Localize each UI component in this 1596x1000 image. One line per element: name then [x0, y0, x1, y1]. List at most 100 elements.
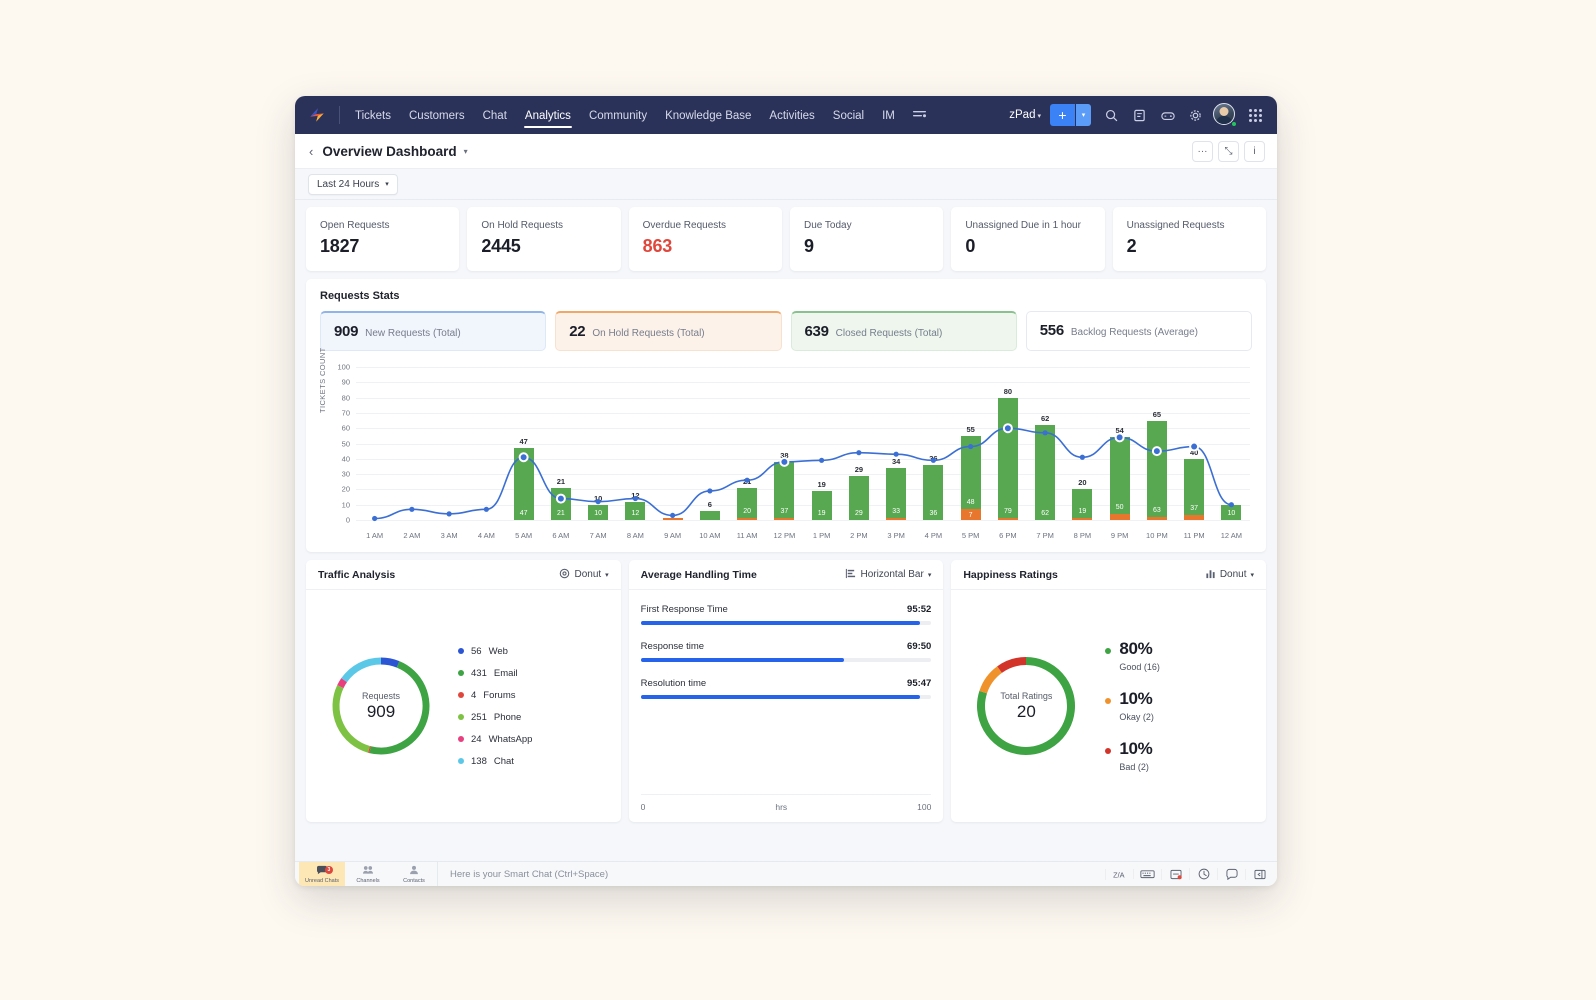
handling-chart-type-selector[interactable]: Horizontal Bar ▾ — [845, 568, 931, 582]
chart-line-point[interactable] — [1228, 502, 1234, 508]
info-button[interactable]: i — [1244, 140, 1265, 162]
handling-row-first-response-time[interactable]: First Response Time 95:52 — [640, 604, 932, 625]
legend-item[interactable]: 251 Phone — [458, 712, 609, 723]
chart-line-point[interactable] — [1002, 423, 1013, 434]
chart-line-point[interactable] — [446, 511, 452, 517]
chart-line-point[interactable] — [670, 512, 676, 519]
nav-item-customers[interactable]: Customers — [401, 100, 473, 131]
kpi-card-unassigned-requests[interactable]: Unassigned Requests 2 — [1112, 207, 1266, 271]
legend-item[interactable]: 138 Chat — [458, 756, 609, 767]
keyboard-icon[interactable] — [1133, 869, 1161, 879]
chart-line-point[interactable] — [483, 506, 489, 512]
stat-pill-backlog-requests[interactable]: 556 Backlog Requests (Average) — [1025, 311, 1252, 351]
donut-segment[interactable] — [337, 678, 348, 689]
chart-line-point[interactable] — [1079, 454, 1085, 460]
chevron-left-icon[interactable]: ‹ — [307, 144, 322, 159]
nav-item-activities[interactable]: Activities — [761, 100, 822, 131]
add-button[interactable]: + — [1050, 104, 1075, 126]
department-selector[interactable]: zPad ▾ — [1009, 109, 1041, 121]
handling-row-resolution-time[interactable]: Resolution time 95:47 — [640, 678, 932, 699]
collapse-icon[interactable] — [1245, 868, 1273, 880]
avatar[interactable] — [1213, 102, 1238, 128]
taskbar-tile-unread-chats[interactable]: 3 Unread Chats — [299, 862, 345, 886]
gear-icon[interactable] — [1183, 103, 1208, 128]
taskbar-tile-contacts[interactable]: Contacts — [391, 862, 437, 886]
translate-icon[interactable]: Z/A — [1105, 868, 1133, 880]
chart-line-point[interactable] — [779, 456, 790, 467]
stat-pill-closed-requests[interactable]: 639 Closed Requests (Total) — [790, 311, 1017, 351]
nav-item-community[interactable]: Community — [581, 100, 655, 131]
add-dropdown-caret-icon[interactable]: ▾ — [1075, 104, 1091, 126]
chart-line-point[interactable] — [409, 506, 415, 512]
chart-line-point[interactable] — [372, 515, 378, 522]
chart-line-point[interactable] — [856, 450, 862, 456]
history-icon[interactable] — [1189, 868, 1217, 880]
kpi-card-open-requests[interactable]: Open Requests 1827 — [306, 207, 460, 271]
chart-line-point[interactable] — [893, 451, 899, 457]
legend-item[interactable]: 431 Email — [458, 668, 609, 679]
happiness-donut-chart[interactable]: Total Ratings 20 — [963, 600, 1089, 812]
chart-line-point[interactable] — [518, 452, 529, 463]
traffic-donut-chart[interactable]: Requests 909 — [318, 600, 444, 812]
chart-line-point[interactable] — [632, 495, 638, 502]
kpi-card-unassigned-due-in-1-hour[interactable]: Unassigned Due in 1 hour 0 — [951, 207, 1105, 271]
gamepad-icon[interactable] — [1155, 103, 1180, 128]
fullscreen-button[interactable]: ⤡ — [1218, 140, 1239, 162]
chart-line-point[interactable] — [1114, 432, 1125, 443]
notes-icon[interactable] — [1127, 103, 1152, 128]
stat-pill-on-hold-requests[interactable]: 22 On Hold Requests (Total) — [555, 311, 782, 351]
chart-line-point[interactable] — [968, 443, 974, 450]
chart-line-point[interactable] — [930, 457, 936, 463]
chart-y-tick: 100 — [337, 362, 350, 372]
legend-item[interactable]: 4 Forums — [458, 690, 609, 701]
chart-line-point[interactable] — [1189, 441, 1200, 452]
grid-apps-icon[interactable] — [1243, 103, 1268, 128]
nav-item-analytics[interactable]: Analytics — [517, 100, 579, 131]
traffic-chart-type-selector[interactable]: Donut ▾ — [559, 568, 609, 582]
nav-item-chat[interactable]: Chat — [475, 100, 515, 131]
chart-line-point[interactable] — [555, 493, 566, 504]
happiness-legend-item-bad[interactable]: 10% Bad (2) — [1105, 740, 1254, 772]
nav-item-tickets[interactable]: Tickets — [347, 100, 399, 131]
traffic-donut-caption: Requests — [361, 690, 401, 701]
donut-segment[interactable] — [380, 657, 400, 668]
donut-segment[interactable] — [341, 657, 382, 683]
chart-line-point[interactable] — [1151, 446, 1162, 457]
handling-row-label: Response time — [640, 641, 705, 652]
chart-line-point[interactable] — [595, 499, 601, 505]
kpi-card-on-hold-requests[interactable]: On Hold Requests 2445 — [467, 207, 621, 271]
kpi-card-overdue-requests[interactable]: Overdue Requests 863 — [628, 207, 782, 271]
happiness-chart-type-selector[interactable]: Donut ▾ — [1205, 568, 1254, 582]
create-new-button-group[interactable]: + ▾ — [1050, 104, 1091, 126]
happiness-legend-item-good[interactable]: 80% Good (16) — [1105, 640, 1254, 672]
donut-segment[interactable] — [979, 666, 1003, 694]
legend-item[interactable]: 56 Web — [458, 646, 609, 657]
smart-chat-input[interactable]: Here is your Smart Chat (Ctrl+Space) — [437, 862, 1105, 886]
search-icon[interactable] — [1099, 103, 1124, 128]
stat-pill-label-text: On Hold Requests — [592, 328, 675, 339]
nav-item-knowledge-base[interactable]: Knowledge Base — [657, 100, 759, 131]
chart-line-point[interactable] — [819, 457, 825, 463]
chart-line-point[interactable] — [1042, 430, 1048, 436]
chart-line-point[interactable] — [744, 477, 750, 483]
kpi-card-due-today[interactable]: Due Today 9 — [789, 207, 944, 271]
stat-pill-qualifier: (Total) — [914, 328, 943, 339]
nav-item-social[interactable]: Social — [825, 100, 872, 131]
taskbar-tile-channels[interactable]: Channels — [345, 862, 391, 886]
svg-text:Z/A: Z/A — [1113, 870, 1125, 879]
page-title-caret-icon[interactable]: ▾ — [464, 147, 468, 156]
legend-item[interactable]: 24 WhatsApp — [458, 734, 609, 745]
legend-label: Web — [488, 645, 508, 657]
handling-row-response-time[interactable]: Response time 69:50 — [640, 641, 932, 662]
tasks-icon[interactable] — [1161, 868, 1189, 880]
date-range-filter[interactable]: Last 24 Hours ▾ — [308, 173, 398, 195]
chart-line-point[interactable] — [707, 488, 713, 494]
filter-lines-icon[interactable] — [903, 110, 937, 120]
feedback-icon[interactable] — [1217, 868, 1245, 880]
donut-segment[interactable] — [997, 657, 1027, 673]
nav-item-im[interactable]: IM — [874, 100, 903, 131]
more-options-button[interactable]: ··· — [1192, 140, 1213, 162]
happiness-legend-item-okay[interactable]: 10% Okay (2) — [1105, 690, 1254, 722]
stat-pill-new-requests[interactable]: 909 New Requests (Total) — [320, 311, 547, 351]
zoho-desk-logo-icon[interactable] — [304, 102, 330, 128]
